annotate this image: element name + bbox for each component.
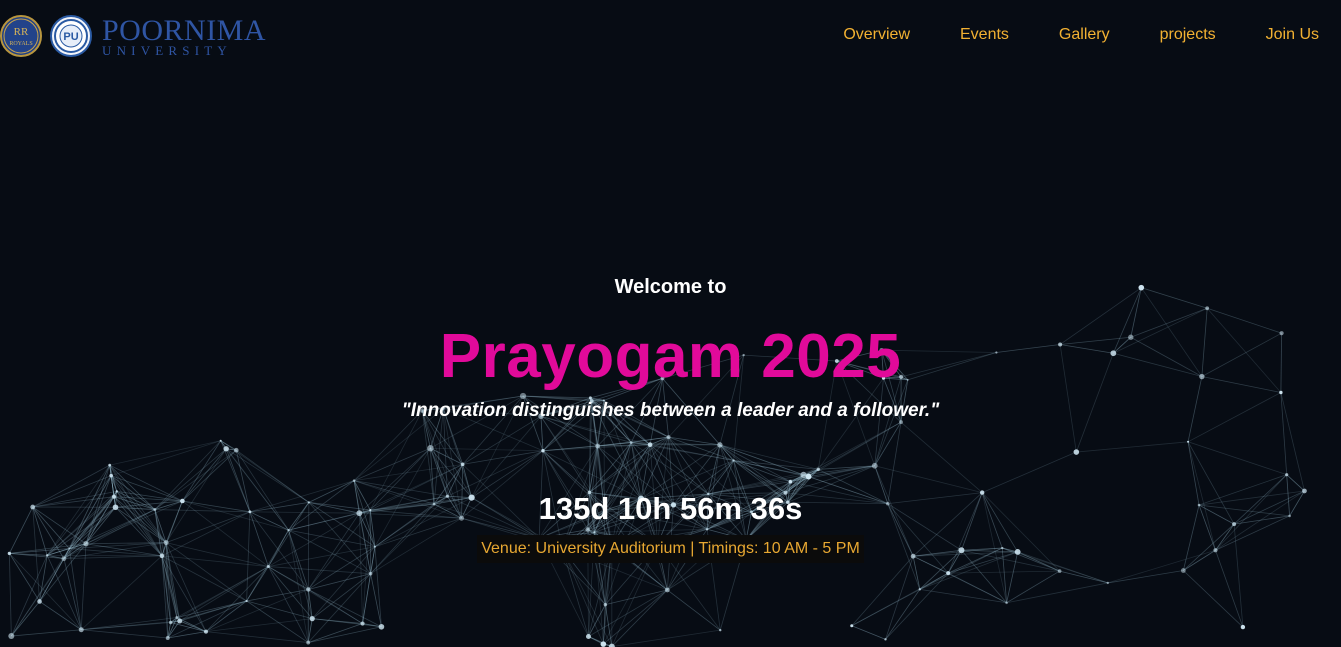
- venue-wrapper: Venue: University Auditorium | Timings: …: [0, 535, 1341, 563]
- page: RR ROYALS PU POORNIMA UNIVERSITY Overvie…: [0, 0, 1341, 647]
- hero-section: Welcome to Prayogam 2025 "Innovation dis…: [0, 0, 1341, 647]
- venue-timings: Venue: University Auditorium | Timings: …: [477, 535, 864, 563]
- hero-quote: "Innovation distinguishes between a lead…: [401, 400, 940, 421]
- welcome-text: Welcome to: [614, 276, 727, 298]
- event-title: Prayogam 2025: [439, 322, 902, 391]
- countdown-timer: 135d 10h 56m 36s: [538, 491, 803, 526]
